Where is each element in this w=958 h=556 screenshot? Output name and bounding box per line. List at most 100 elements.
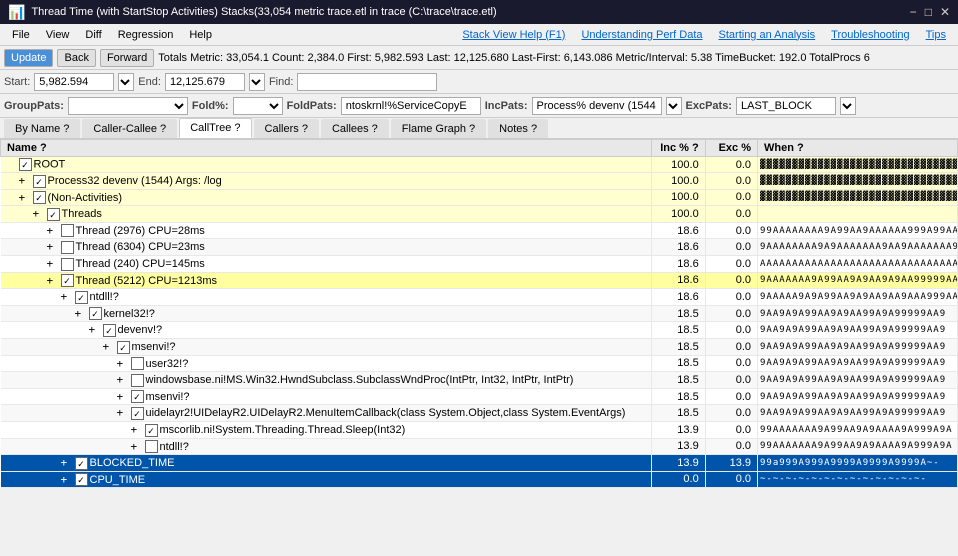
table-row[interactable]: +✓Threads100.00.0: [1, 206, 958, 223]
menu-link-understanding-perf[interactable]: Understanding Perf Data: [573, 27, 710, 43]
table-row[interactable]: +✓Process32 devenv (1544) Args: /log100.…: [1, 173, 958, 190]
expand-icon[interactable]: +: [117, 357, 131, 370]
table-row[interactable]: +✓ntdll!?18.60.09AAAAA9A9A99AA9A9AA9AA9A…: [1, 289, 958, 306]
row-checkbox[interactable]: ✓: [47, 208, 60, 221]
table-row[interactable]: +✓Thread (5212) CPU=1213ms18.60.09AAAAAA…: [1, 272, 958, 289]
table-row[interactable]: +Thread (240) CPU=145ms18.60.0AAAAAAAAAA…: [1, 255, 958, 272]
fold-pats-input[interactable]: [341, 97, 481, 115]
expand-icon[interactable]: +: [61, 473, 75, 486]
row-checkbox[interactable]: ✓: [75, 291, 88, 304]
menu-diff[interactable]: Diff: [77, 27, 109, 43]
row-checkbox[interactable]: ✓: [33, 175, 46, 188]
col-name[interactable]: Name ?: [1, 140, 652, 157]
table-row[interactable]: +Thread (2976) CPU=28ms18.60.099AAAAAAAA…: [1, 222, 958, 239]
table-row[interactable]: +Thread (6304) CPU=23ms18.60.09AAAAAAAA9…: [1, 239, 958, 256]
expand-icon[interactable]: +: [117, 406, 131, 419]
menu-link-tips[interactable]: Tips: [918, 27, 954, 43]
menu-help[interactable]: Help: [181, 27, 220, 43]
col-when[interactable]: When ?: [758, 140, 958, 157]
expand-icon[interactable]: +: [61, 456, 75, 469]
menu-regression[interactable]: Regression: [110, 27, 182, 43]
group-pats-select[interactable]: [68, 97, 188, 115]
expand-icon[interactable]: +: [89, 323, 103, 336]
table-row[interactable]: +✓msenvi!?18.50.09AA9A9A99AA9A9AA99A9A99…: [1, 338, 958, 355]
menu-link-starting-analysis[interactable]: Starting an Analysis: [711, 27, 824, 43]
tab-caller-callee[interactable]: Caller-Callee ?: [82, 119, 177, 138]
expand-icon[interactable]: +: [47, 240, 61, 253]
inc-pats-input[interactable]: [532, 97, 662, 115]
row-checkbox[interactable]: ✓: [117, 341, 130, 354]
table-row[interactable]: +✓msenvi!?18.50.09AA9A9A99AA9A9AA99A9A99…: [1, 388, 958, 405]
close-button[interactable]: ✕: [940, 5, 950, 19]
table-row[interactable]: +user32!?18.50.09AA9A9A99AA9A9AA99A9A999…: [1, 355, 958, 372]
row-checkbox[interactable]: ✓: [103, 324, 116, 337]
row-checkbox[interactable]: ✓: [145, 424, 158, 437]
fold-percent-select[interactable]: [233, 97, 283, 115]
exc-pats-input[interactable]: [736, 97, 836, 115]
row-checkbox[interactable]: [61, 224, 74, 237]
row-checkbox[interactable]: ✓: [89, 307, 102, 320]
start-select[interactable]: [118, 73, 134, 91]
find-input[interactable]: [297, 73, 437, 91]
minimize-button[interactable]: −: [910, 5, 917, 19]
tab-notes[interactable]: Notes ?: [488, 119, 548, 138]
expand-icon[interactable]: +: [131, 423, 145, 436]
tab-calltree[interactable]: CallTree ?: [179, 118, 251, 138]
end-input[interactable]: [165, 73, 245, 91]
table-row[interactable]: ✓ROOT100.00.0▓▓▓▓▓▓▓▓▓▓▓▓▓▓▓▓▓▓▓▓▓▓▓▓▓▓▓…: [1, 157, 958, 173]
row-checkbox[interactable]: ✓: [131, 390, 144, 403]
table-row[interactable]: +✓(Non-Activities)100.00.0▓▓▓▓▓▓▓▓▓▓▓▓▓▓…: [1, 189, 958, 206]
cell-inc-pct: 13.9: [651, 438, 705, 455]
expand-icon[interactable]: +: [47, 274, 61, 287]
expand-icon[interactable]: +: [117, 373, 131, 386]
row-checkbox[interactable]: ✓: [33, 191, 46, 204]
forward-button[interactable]: Forward: [100, 49, 154, 67]
table-row[interactable]: +ntdll!?13.90.099AAAAAAA9A99AA9A9AAAA9A9…: [1, 438, 958, 455]
row-checkbox[interactable]: [61, 241, 74, 254]
expand-icon[interactable]: +: [47, 224, 61, 237]
col-inc-pct[interactable]: Inc % ?: [651, 140, 705, 157]
expand-icon[interactable]: +: [19, 174, 33, 187]
row-checkbox[interactable]: ✓: [75, 457, 88, 470]
table-row[interactable]: +windowsbase.ni!MS.Win32.HwndSubclass.Su…: [1, 372, 958, 389]
tab-callers[interactable]: Callers ?: [254, 119, 319, 138]
row-checkbox[interactable]: [61, 258, 74, 271]
expand-icon[interactable]: +: [103, 340, 117, 353]
exc-pats-select[interactable]: [840, 97, 856, 115]
expand-icon[interactable]: +: [33, 207, 47, 220]
expand-icon[interactable]: +: [75, 307, 89, 320]
expand-icon[interactable]: +: [61, 290, 75, 303]
table-row[interactable]: +✓devenv!?18.50.09AA9A9A99AA9A9AA99A9A99…: [1, 322, 958, 339]
expand-icon[interactable]: +: [19, 191, 33, 204]
expand-icon[interactable]: +: [47, 257, 61, 270]
table-row[interactable]: +✓BLOCKED_TIME13.913.999a999A999A9999A99…: [1, 455, 958, 472]
expand-icon[interactable]: +: [131, 440, 145, 453]
table-row[interactable]: +✓kernel32!?18.50.09AA9A9A99AA9A9AA99A9A…: [1, 305, 958, 322]
row-checkbox[interactable]: ✓: [19, 158, 32, 171]
col-exc-pct[interactable]: Exc %: [705, 140, 757, 157]
table-scroll-container[interactable]: Name ? Inc % ? Exc % When ? ✓ROOT100.00.…: [0, 139, 958, 509]
table-row[interactable]: +✓uidelayr2!UIDelayR2.UIDelayR2.MenuItem…: [1, 405, 958, 422]
row-checkbox[interactable]: ✓: [75, 473, 88, 486]
row-checkbox[interactable]: [131, 374, 144, 387]
tab-flame-graph[interactable]: Flame Graph ?: [391, 119, 486, 138]
menu-view[interactable]: View: [38, 27, 78, 43]
menu-link-stack-view-help[interactable]: Stack View Help (F1): [454, 27, 573, 43]
update-button[interactable]: Update: [4, 49, 53, 67]
table-row[interactable]: +✓CPU_TIME0.00.0~-~-~-~-~-~-~-~-~-~-~-~-…: [1, 471, 958, 488]
row-checkbox[interactable]: [145, 440, 158, 453]
menu-file[interactable]: File: [4, 27, 38, 43]
row-checkbox[interactable]: ✓: [131, 407, 144, 420]
end-select[interactable]: [249, 73, 265, 91]
back-button[interactable]: Back: [57, 49, 95, 67]
tab-by-name[interactable]: By Name ?: [4, 119, 80, 138]
start-input[interactable]: [34, 73, 114, 91]
inc-pats-select[interactable]: [666, 97, 682, 115]
row-checkbox[interactable]: ✓: [61, 274, 74, 287]
tab-callees[interactable]: Callees ?: [321, 119, 389, 138]
maximize-button[interactable]: □: [925, 5, 932, 19]
table-row[interactable]: +✓mscorlib.ni!System.Threading.Thread.Sl…: [1, 421, 958, 438]
row-checkbox[interactable]: [131, 357, 144, 370]
menu-link-troubleshooting[interactable]: Troubleshooting: [823, 27, 917, 43]
expand-icon[interactable]: +: [117, 390, 131, 403]
